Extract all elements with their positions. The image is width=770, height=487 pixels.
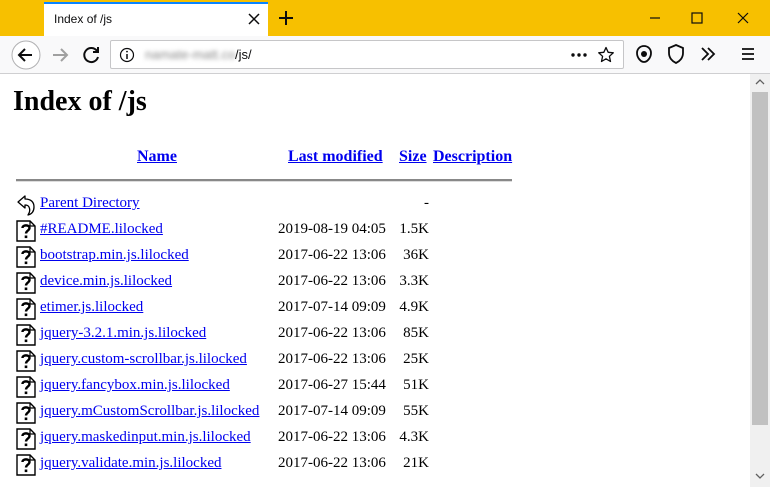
unknown-file-icon: [16, 376, 36, 398]
file-last-modified: 2017-07-14 09:09: [278, 403, 386, 419]
page-title: Index of /js: [13, 86, 147, 117]
navigation-toolbar: namate-matt.co /js/: [0, 36, 770, 74]
file-last-modified: 2017-06-27 15:44: [278, 377, 386, 393]
table-row: jquery-3.2.1.min.js.lilocked 2017-06-22 1…: [0, 322, 520, 348]
unknown-file-icon: [16, 324, 36, 346]
tab-title: Index of /js: [54, 12, 113, 26]
unknown-file-icon: [16, 220, 36, 242]
unknown-file-icon: [16, 428, 36, 450]
file-size: 55K: [403, 403, 429, 419]
file-size: -: [424, 195, 429, 211]
scrollbar-thumb[interactable]: [752, 92, 768, 425]
file-last-modified: 2017-06-22 13:06: [278, 455, 386, 471]
file-last-modified: 2017-06-22 13:06: [278, 247, 386, 263]
minimize-icon[interactable]: [640, 6, 670, 30]
url-host: namate-matt.co: [145, 47, 236, 62]
file-link[interactable]: jquery.custom-scrollbar.js.lilocked: [40, 351, 247, 368]
file-size: 3.3K: [399, 273, 429, 289]
file-link[interactable]: etimer.js.lilocked: [40, 299, 143, 316]
file-size: 85K: [403, 325, 429, 341]
info-icon[interactable]: [119, 47, 135, 63]
table-row: jquery.custom-scrollbar.js.lilocked 2017-…: [0, 348, 520, 374]
file-last-modified: 2017-06-22 13:06: [278, 273, 386, 289]
reload-icon[interactable]: [78, 41, 106, 69]
unknown-file-icon: [16, 272, 36, 294]
table-row: device.min.js.lilocked 2017-06-22 13:06 3.…: [0, 270, 520, 296]
forward-button-icon[interactable]: [46, 41, 74, 69]
file-size: 4.3K: [399, 429, 429, 445]
file-size: 51K: [403, 377, 429, 393]
table-row: jquery.mCustomScrollbar.js.lilocked 2017-…: [0, 400, 520, 426]
url-path: /js/: [235, 47, 252, 62]
unknown-file-icon: [16, 350, 36, 372]
unknown-file-icon: [16, 246, 36, 268]
file-last-modified: 2017-06-22 13:06: [278, 429, 386, 445]
file-last-modified: 2017-07-14 09:09: [278, 299, 386, 315]
file-link[interactable]: jquery.mCustomScrollbar.js.lilocked: [40, 403, 259, 420]
column-header-description[interactable]: Description: [433, 148, 512, 166]
browser-tab[interactable]: Index of /js: [44, 2, 268, 36]
table-row: etimer.js.lilocked 2017-07-14 09:09 4.9K: [0, 296, 520, 322]
unknown-file-icon: [16, 402, 36, 424]
file-link[interactable]: device.min.js.lilocked: [40, 273, 172, 290]
file-size: 36K: [403, 247, 429, 263]
table-row: jquery.maskedinput.min.js.lilocked 2017-0…: [0, 426, 520, 452]
scroll-up-arrow-icon[interactable]: [755, 78, 765, 86]
file-size: 25K: [403, 351, 429, 367]
file-last-modified: 2017-06-22 13:06: [278, 325, 386, 341]
table-row: jquery.validate.min.js.lilocked 2017-06-2…: [0, 452, 520, 478]
column-header-name[interactable]: Name: [137, 148, 177, 166]
file-size: 4.9K: [399, 299, 429, 315]
window-titlebar: Index of /js: [0, 0, 770, 36]
back-button-icon[interactable]: [10, 40, 42, 72]
file-link[interactable]: jquery.maskedinput.min.js.lilocked: [40, 429, 251, 446]
overflow-chevron-icon[interactable]: [696, 42, 720, 66]
file-link[interactable]: bootstrap.min.js.lilocked: [40, 247, 189, 264]
file-last-modified: 2019-08-19 04:05: [278, 221, 386, 237]
file-link[interactable]: jquery-3.2.1.min.js.lilocked: [40, 325, 206, 342]
page-content: Index of /js Name Last modified Size Des…: [0, 74, 750, 487]
hamburger-menu-icon[interactable]: [736, 42, 760, 66]
file-last-modified: 2017-06-22 13:06: [278, 351, 386, 367]
table-row: Parent Directory -: [0, 192, 520, 218]
file-size: 21K: [403, 455, 429, 471]
page-actions-icon[interactable]: [569, 48, 589, 62]
url-bar[interactable]: namate-matt.co /js/: [110, 40, 624, 69]
table-row: #README.lilocked 2019-08-19 04:05 1.5K: [0, 218, 520, 244]
maximize-icon[interactable]: [682, 6, 712, 30]
file-link[interactable]: jquery.fancybox.min.js.lilocked: [40, 377, 230, 394]
unknown-file-icon: [16, 298, 36, 320]
new-tab-icon[interactable]: [274, 6, 298, 30]
close-window-icon[interactable]: [728, 6, 758, 30]
vertical-scrollbar[interactable]: [750, 74, 770, 487]
bookmark-star-icon[interactable]: [597, 46, 615, 64]
pocket-icon[interactable]: [632, 42, 656, 66]
header-divider: [16, 179, 512, 182]
shield-icon[interactable]: [664, 42, 688, 66]
unknown-file-icon: [16, 454, 36, 476]
column-header-last-modified[interactable]: Last modified: [288, 148, 383, 166]
table-row: bootstrap.min.js.lilocked 2017-06-22 13:0…: [0, 244, 520, 270]
file-size: 1.5K: [399, 221, 429, 237]
column-header-size[interactable]: Size: [399, 148, 427, 166]
tab-close-icon[interactable]: [246, 11, 262, 27]
back-arrow-icon: [16, 194, 36, 216]
file-link[interactable]: #README.lilocked: [40, 221, 163, 238]
table-row: jquery.fancybox.min.js.lilocked 2017-06-2…: [0, 374, 520, 400]
file-link[interactable]: jquery.validate.min.js.lilocked: [40, 455, 221, 472]
scroll-down-arrow-icon[interactable]: [755, 472, 765, 480]
file-link[interactable]: Parent Directory: [40, 195, 140, 212]
